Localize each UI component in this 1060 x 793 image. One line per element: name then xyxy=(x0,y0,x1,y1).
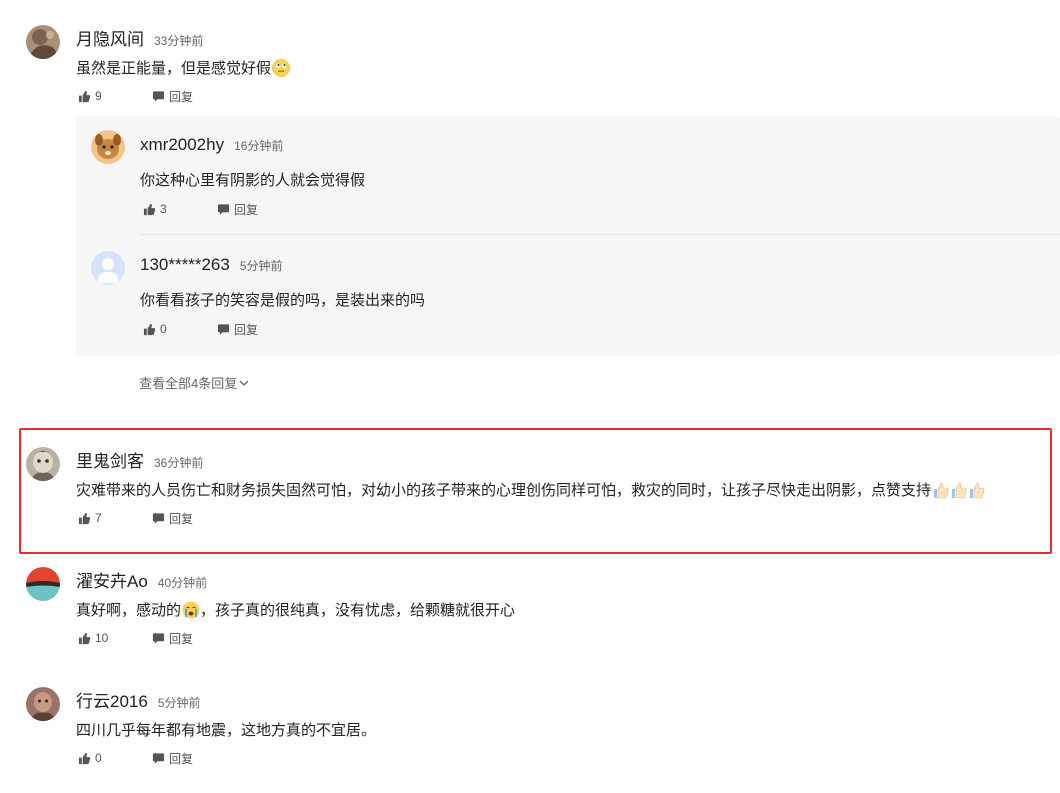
timestamp: 40分钟前 xyxy=(157,576,208,590)
reply-button[interactable]: 回复 xyxy=(152,630,193,647)
thumbs-up-icon xyxy=(143,203,156,215)
username[interactable]: 行云2016 xyxy=(76,687,148,712)
thumbs-up-icon xyxy=(78,632,91,644)
speech-bubble-icon xyxy=(152,752,165,764)
reply-divider xyxy=(140,234,1060,235)
thumbs-up-icon xyxy=(78,512,91,524)
like-button[interactable]: 3 xyxy=(143,202,217,216)
username[interactable]: 里鬼剑客 xyxy=(76,447,144,472)
avatar[interactable] xyxy=(26,447,60,481)
like-count: 10 xyxy=(95,631,109,645)
username[interactable]: 濯安卉Ao xyxy=(76,567,148,592)
reply-label: 回复 xyxy=(169,89,194,104)
username[interactable]: 月隐风间 xyxy=(76,25,144,50)
comment-header: 濯安卉Ao 40分钟前 xyxy=(76,567,207,592)
speech-bubble-icon xyxy=(152,632,165,644)
avatar[interactable] xyxy=(26,25,60,59)
reply-button[interactable]: 回复 xyxy=(152,510,193,527)
reply-header: 130*****263 5分钟前 xyxy=(140,255,283,275)
like-button[interactable]: 10 xyxy=(78,631,152,645)
thumbs-up-emoji-icon xyxy=(970,482,985,498)
comment-text: 虽然是正能量，但是感觉好假 xyxy=(76,57,290,78)
comment-header: 月隐风间 33分钟前 xyxy=(76,25,203,50)
speech-bubble-icon xyxy=(152,512,165,524)
username[interactable]: 130*****263 xyxy=(140,255,230,275)
reply-header: xmr2002hy 16分钟前 xyxy=(140,135,283,155)
like-button[interactable]: 7 xyxy=(78,511,152,525)
timestamp: 33分钟前 xyxy=(154,34,204,48)
like-count: 9 xyxy=(95,89,102,103)
comment-actions: 9 回复 xyxy=(78,88,193,104)
comment-header: 里鬼剑客 36分钟前 xyxy=(76,447,203,472)
avatar[interactable] xyxy=(26,687,60,721)
view-all-replies-link[interactable]: 查看全部4条回复 xyxy=(139,373,250,392)
reply-button[interactable]: 回复 xyxy=(217,201,258,218)
speech-bubble-icon xyxy=(152,90,165,102)
chevron-down-icon xyxy=(239,380,249,386)
reply-label: 回复 xyxy=(234,322,259,337)
thumbs-up-icon xyxy=(78,90,91,102)
comment-actions: 0 回复 xyxy=(78,750,193,766)
username[interactable]: xmr2002hy xyxy=(140,135,224,155)
thumbs-up-emoji-icon xyxy=(934,482,949,498)
like-button[interactable]: 0 xyxy=(143,322,217,336)
like-count: 7 xyxy=(95,511,102,525)
rolling-eyes-emoji-icon xyxy=(272,58,290,77)
avatar[interactable] xyxy=(91,251,125,285)
comment-header: 行云2016 5分钟前 xyxy=(76,687,201,712)
reply-button[interactable]: 回复 xyxy=(217,321,258,338)
timestamp: 16分钟前 xyxy=(234,139,284,153)
thumbs-up-emoji-group xyxy=(932,481,986,499)
reply-label: 回复 xyxy=(169,751,194,766)
reply-text: 你这种心里有阴影的人就会觉得假 xyxy=(140,172,366,189)
reply-actions: 3 回复 xyxy=(143,201,258,217)
avatar[interactable] xyxy=(91,130,125,164)
reply-label: 回复 xyxy=(169,511,194,526)
comment-text: 真好啊，感动的 ，孩子真的很纯真，没有忧虑，给颗糖就很开心 xyxy=(76,601,516,619)
reply-text: 你看看孩子的笑容是假的吗，是装出来的吗 xyxy=(140,292,426,309)
like-button[interactable]: 9 xyxy=(78,89,152,103)
thumbs-up-icon xyxy=(78,752,91,764)
timestamp: 36分钟前 xyxy=(154,456,204,470)
thumbs-up-emoji-icon xyxy=(952,482,967,498)
reply-label: 回复 xyxy=(234,202,259,217)
reply-label: 回复 xyxy=(169,631,194,646)
thumbs-up-icon xyxy=(143,323,156,335)
like-count: 3 xyxy=(160,202,167,216)
comment-actions: 7 回复 xyxy=(78,510,193,526)
speech-bubble-icon xyxy=(217,323,230,335)
like-count: 0 xyxy=(95,751,102,765)
reply-button[interactable]: 回复 xyxy=(152,750,193,767)
crying-emoji-icon xyxy=(182,601,200,618)
comment-text: 灾难带来的人员伤亡和财务损失固然可怕，对幼小的孩子带来的心理创伤同样可怕，救灾的… xyxy=(76,479,986,500)
timestamp: 5分钟前 xyxy=(157,696,201,710)
speech-bubble-icon xyxy=(217,203,230,215)
comment-text: 四川几乎每年都有地震，这地方真的不宜居。 xyxy=(76,722,377,739)
reply-button[interactable]: 回复 xyxy=(152,88,193,105)
avatar[interactable] xyxy=(26,567,60,601)
like-count: 0 xyxy=(160,322,167,336)
like-button[interactable]: 0 xyxy=(78,751,152,765)
timestamp: 5分钟前 xyxy=(239,259,283,273)
reply-actions: 0 回复 xyxy=(143,321,258,337)
comment-actions: 10 回复 xyxy=(78,630,193,646)
